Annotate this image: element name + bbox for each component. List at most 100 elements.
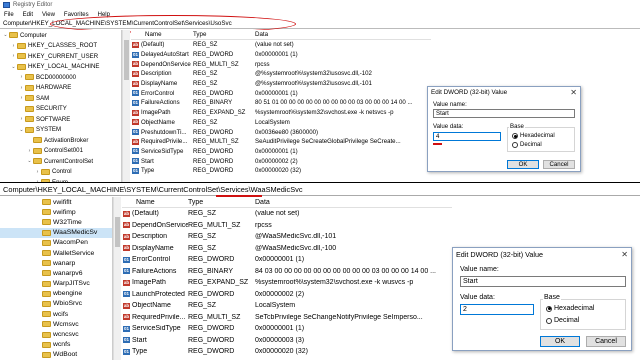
chevron-icon[interactable]: › bbox=[10, 43, 17, 49]
tree-item[interactable]: wanarpv6 bbox=[0, 268, 112, 278]
menu-help[interactable]: Help bbox=[98, 12, 110, 18]
ok-button[interactable]: OK bbox=[507, 160, 539, 169]
header-name[interactable]: Name bbox=[122, 199, 188, 206]
ok-button[interactable]: OK bbox=[540, 336, 580, 347]
tree-scroll-thumb[interactable] bbox=[124, 40, 129, 80]
tree-item[interactable]: wcnfs bbox=[0, 340, 112, 350]
value-row[interactable]: ab Description REG_SZ @WaaSMedicSvc.dll,-10… bbox=[122, 231, 452, 243]
value-row[interactable]: ab (Default) REG_SZ (value not set) bbox=[131, 40, 431, 50]
value-row[interactable]: ab ImagePath REG_EXPAND_SZ %systemroot%\sys… bbox=[122, 277, 452, 289]
tree-item[interactable]: ⌄ SYSTEM bbox=[0, 125, 121, 136]
cancel-button[interactable]: Cancel bbox=[543, 160, 575, 169]
tree-item[interactable]: › ControlSet001 bbox=[0, 146, 121, 157]
value-row[interactable]: 01 ErrorControl REG_DWORD 0x00000001 (1) bbox=[122, 254, 452, 266]
chevron-icon[interactable]: › bbox=[18, 116, 25, 122]
tree-item[interactable]: ⌄ HKEY_LOCAL_MACHINE bbox=[0, 62, 121, 73]
value-row[interactable]: ab DependOnService REG_MULTI_SZ rpcss bbox=[131, 59, 431, 69]
value-name-field[interactable]: Start bbox=[460, 276, 626, 287]
menu-view[interactable]: View bbox=[42, 12, 55, 18]
value-row[interactable]: 01 Type REG_DWORD 0x00000020 (32) bbox=[131, 166, 431, 176]
chevron-icon[interactable]: › bbox=[34, 179, 41, 182]
value-row[interactable]: ab Description REG_SZ @%systemroot%\system3… bbox=[131, 69, 431, 79]
tree-item[interactable]: › Enum bbox=[0, 177, 121, 182]
chevron-icon[interactable]: › bbox=[34, 169, 41, 175]
header-data[interactable]: Data bbox=[255, 31, 268, 38]
value-row[interactable]: 01 Start REG_DWORD 0x00000003 (3) bbox=[122, 335, 452, 347]
tree-scroll-thumb[interactable] bbox=[115, 217, 120, 247]
value-row[interactable]: 01 ErrorControl REG_DWORD 0x00000001 (1) bbox=[131, 88, 431, 98]
value-row[interactable]: ab ObjectName REG_SZ LocalSystem bbox=[122, 300, 452, 312]
header-data[interactable]: Data bbox=[255, 199, 270, 206]
address-bar[interactable]: Computer\HKEY_LOCAL_MACHINE\SYSTEM\Curre… bbox=[0, 183, 640, 196]
value-data-field[interactable]: 4 bbox=[433, 132, 501, 141]
menu-file[interactable]: File bbox=[4, 12, 14, 18]
tree-item[interactable]: WarpJITSvc bbox=[0, 279, 112, 289]
header-type[interactable]: Type bbox=[188, 199, 255, 206]
tree-item[interactable]: WacomPen bbox=[0, 238, 112, 248]
value-row[interactable]: 01 DelayedAutoStart REG_DWORD 0x00000001 (1… bbox=[131, 50, 431, 60]
tree-item[interactable]: WalletService bbox=[0, 248, 112, 258]
tree-item[interactable]: vwifimp bbox=[0, 207, 112, 217]
tree-item[interactable]: SECURITY bbox=[0, 104, 121, 115]
chevron-icon[interactable]: › bbox=[18, 85, 25, 91]
tree-item[interactable]: WaaSMedicSv bbox=[0, 227, 112, 238]
decimal-radio[interactable]: Decimal bbox=[512, 142, 542, 148]
value-row[interactable]: 01 FailureActions REG_BINARY 84 03 00 00 00… bbox=[122, 266, 452, 278]
value-row[interactable]: 01 PreshutdownTi... REG_DWORD 0x0036ee80 (3… bbox=[131, 127, 431, 137]
tree-scrollbar[interactable] bbox=[113, 197, 121, 360]
value-row[interactable]: 01 ServiceSidType REG_DWORD 0x00000001 (1) bbox=[131, 147, 431, 157]
chevron-icon[interactable]: ⌄ bbox=[10, 64, 17, 70]
tree-item[interactable]: W32Time bbox=[0, 217, 112, 227]
tree-item[interactable]: wanarp bbox=[0, 258, 112, 268]
tree-item[interactable]: › Control bbox=[0, 167, 121, 178]
header-type[interactable]: Type bbox=[193, 31, 255, 38]
value-row[interactable]: ab RequiredPrivile... REG_MULTI_SZ SeTcbPri… bbox=[122, 312, 452, 324]
value-name-field[interactable]: Start bbox=[433, 109, 575, 118]
menu-edit[interactable]: Edit bbox=[23, 12, 33, 18]
value-row[interactable]: ab RequiredPrivile... REG_MULTI_SZ SeAuditP… bbox=[131, 137, 431, 147]
value-row[interactable]: ab ImagePath REG_EXPAND_SZ %systemroot%\sys… bbox=[131, 108, 431, 118]
tree-item[interactable]: wbengine bbox=[0, 289, 112, 299]
value-data-field[interactable]: 2 bbox=[460, 304, 534, 315]
tree-item[interactable]: › BCD00000000 bbox=[0, 72, 121, 83]
value-row[interactable]: ab DisplayName REG_SZ @WaaSMedicSvc.dll,-10… bbox=[122, 243, 452, 255]
value-row[interactable]: ab DependOnService REG_MULTI_SZ rpcss bbox=[122, 220, 452, 232]
value-row[interactable]: 01 Start REG_DWORD 0x00000002 (2) bbox=[131, 156, 431, 166]
chevron-icon[interactable]: ⌄ bbox=[26, 158, 33, 164]
tree-item[interactable]: › HKEY_CLASSES_ROOT bbox=[0, 41, 121, 52]
decimal-radio[interactable]: Decimal bbox=[546, 317, 579, 324]
tree-item[interactable]: ⌄ CurrentControlSet bbox=[0, 156, 121, 167]
tree-item[interactable]: wcncsvc bbox=[0, 329, 112, 339]
cancel-button[interactable]: Cancel bbox=[586, 336, 626, 347]
value-row[interactable]: 01 Type REG_DWORD 0x00000020 (32) bbox=[122, 346, 452, 358]
tree-item[interactable]: › HKEY_CURRENT_USER bbox=[0, 51, 121, 62]
value-row[interactable]: 01 LaunchProtected REG_DWORD 0x00000002 (2) bbox=[122, 289, 452, 301]
chevron-icon[interactable]: ⌄ bbox=[18, 127, 25, 133]
tree-item[interactable]: WbioSrvc bbox=[0, 299, 112, 309]
tree-item[interactable]: › SAM bbox=[0, 93, 121, 104]
chevron-icon[interactable]: › bbox=[10, 53, 17, 59]
tree-item[interactable]: Wcmsvc bbox=[0, 319, 112, 329]
tree-item[interactable]: wcifs bbox=[0, 309, 112, 319]
hexadecimal-radio[interactable]: Hexadecimal bbox=[546, 305, 594, 312]
chevron-icon[interactable]: › bbox=[18, 74, 25, 80]
tree-item[interactable]: › SOFTWARE bbox=[0, 114, 121, 125]
chevron-icon[interactable]: › bbox=[18, 95, 25, 101]
value-row[interactable]: ab (Default) REG_SZ (value not set) bbox=[122, 208, 452, 220]
chevron-icon[interactable]: › bbox=[26, 148, 33, 154]
tree-item[interactable]: ⌄ Computer bbox=[0, 30, 121, 41]
value-row[interactable]: ab DisplayName REG_SZ @%systemroot%\system3… bbox=[131, 79, 431, 89]
chevron-icon[interactable]: ⌄ bbox=[2, 32, 9, 38]
menu-favorites[interactable]: Favorites bbox=[64, 12, 89, 18]
header-name[interactable]: Name bbox=[131, 31, 193, 38]
tree-item[interactable]: WdBoot bbox=[0, 350, 112, 360]
address-bar[interactable]: Computer\HKEY_LOCAL_MACHINE\SYSTEM\Curre… bbox=[0, 19, 640, 29]
close-icon[interactable]: ✕ bbox=[570, 88, 577, 97]
value-row[interactable]: ab ObjectName REG_SZ LocalSystem bbox=[131, 118, 431, 128]
tree-item[interactable]: vwififlt bbox=[0, 197, 112, 207]
tree-scrollbar[interactable] bbox=[122, 30, 130, 182]
hexadecimal-radio[interactable]: Hexadecimal bbox=[512, 133, 555, 139]
value-row[interactable]: 01 ServiceSidType REG_DWORD 0x00000001 (1) bbox=[122, 323, 452, 335]
tree-item[interactable]: › HARDWARE bbox=[0, 83, 121, 94]
tree-item[interactable]: ActivationBroker bbox=[0, 135, 121, 146]
